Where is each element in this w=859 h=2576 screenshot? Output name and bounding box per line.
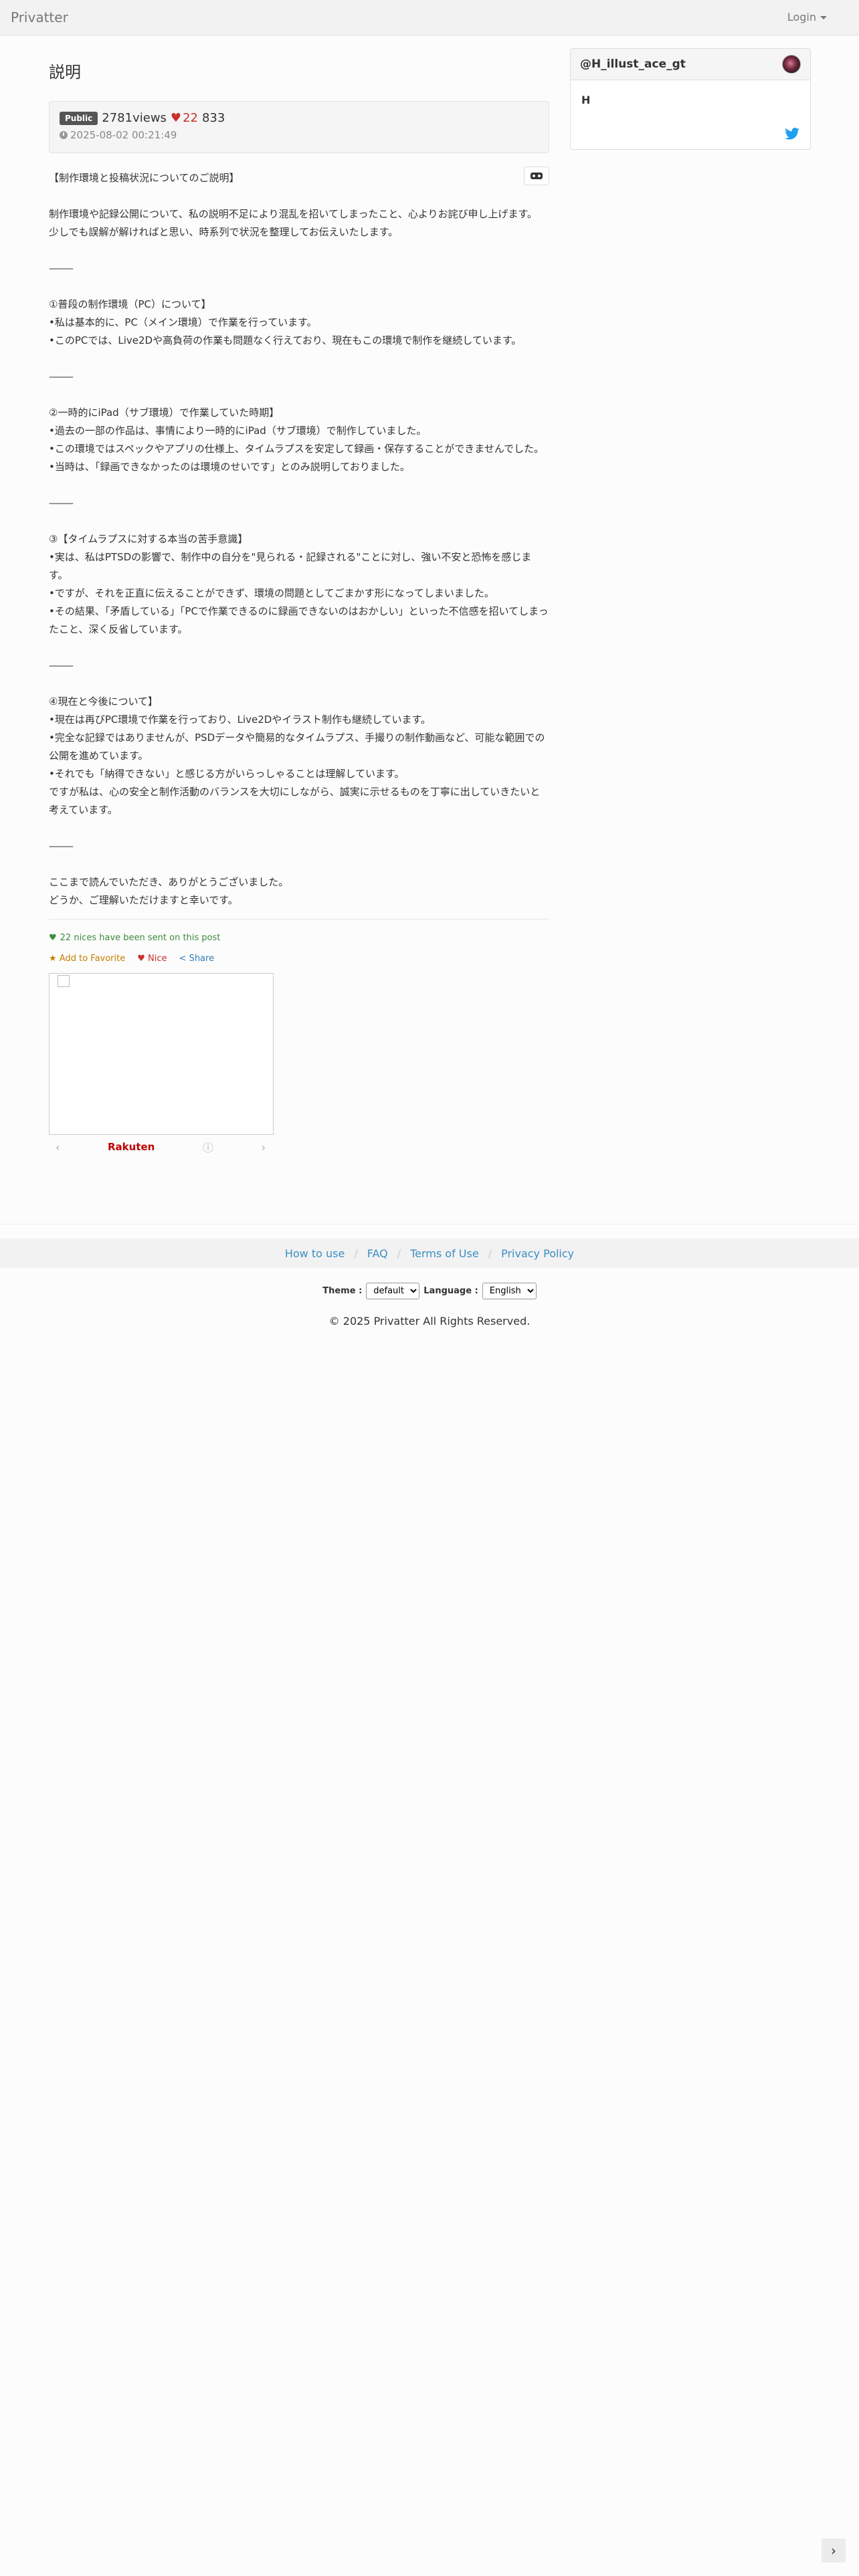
post-paragraph xyxy=(49,675,549,693)
post-paragraph: •過去の一部の作品は、事情により一時的にiPad（サブ環境）で制作していました。 xyxy=(49,425,427,437)
link-separator: / xyxy=(397,1247,401,1260)
username-link[interactable]: @H_illust_ace_gt xyxy=(580,58,686,71)
rakuten-logo[interactable]: Rakuten xyxy=(108,1141,155,1153)
add-favorite-label: Add to Favorite xyxy=(59,954,126,964)
post-paragraph xyxy=(49,278,549,296)
chevron-left-icon[interactable]: ‹ xyxy=(56,1141,60,1154)
post-meta-panel: Public 2781views ♥ 22 833 2025-08-02 00:… xyxy=(49,101,549,153)
broken-image-icon xyxy=(58,975,70,987)
post-paragraph xyxy=(49,386,549,404)
chevron-right-icon[interactable]: › xyxy=(262,1141,266,1154)
star-icon: ★ xyxy=(49,954,57,964)
post-paragraph: •この環境ではスペックやアプリの仕様上、タイムラプスを安定して録画・保存すること… xyxy=(49,443,545,455)
post-body: 【制作環境と投稿状況についてのご説明】 制作環境や記録公開について、私の説明不足… xyxy=(49,167,549,909)
footer-link-how-to-use[interactable]: How to use xyxy=(285,1247,345,1260)
user-card: @H_illust_ace_gt H xyxy=(570,48,811,150)
footer-link-terms[interactable]: Terms of Use xyxy=(410,1247,479,1260)
post-paragraph xyxy=(49,187,549,205)
nice-button[interactable]: ♥ Nice xyxy=(137,954,167,964)
share-label: Share xyxy=(189,954,215,964)
post-paragraph: 少しでも誤解が解ければと思い、時系列で状況を整理してお伝えいたします。 xyxy=(49,226,399,238)
post-paragraph xyxy=(49,819,549,837)
brand-logo[interactable]: Privatter xyxy=(11,9,68,25)
post-paragraph: •私は基本的に、PC（メイン環境）で作業を行っています。 xyxy=(49,316,317,328)
page-title: 説明 xyxy=(49,63,81,82)
ad-banner[interactable] xyxy=(49,973,274,1135)
nice-label: Nice xyxy=(148,954,167,964)
vr-view-button[interactable] xyxy=(524,167,549,185)
post-paragraph: •現在は再びPC環境で作業を行っており、Live2Dやイラスト制作も継続していま… xyxy=(49,714,432,726)
post-paragraph: 制作環境や記録公開について、私の説明不足により混乱を招いてしまったこと、心よりお… xyxy=(49,208,538,220)
share-icon: < xyxy=(179,954,187,964)
clock-icon xyxy=(60,131,68,139)
extra-count: 833 xyxy=(201,111,225,125)
user-card-header: @H_illust_ace_gt xyxy=(571,49,810,80)
user-bio: H xyxy=(581,94,591,106)
ad-carousel-controls: ‹ Rakuten ⓘ › xyxy=(49,1135,272,1159)
info-icon[interactable]: ⓘ xyxy=(203,1139,213,1155)
divider xyxy=(49,919,549,920)
caret-down-icon xyxy=(820,16,827,19)
post-paragraph xyxy=(49,350,549,368)
heart-icon: ♥ xyxy=(49,933,57,943)
visibility-badge: Public xyxy=(60,111,98,125)
footer-link-faq[interactable]: FAQ xyxy=(367,1247,388,1260)
post-paragraph: •ですが、それを正直に伝えることができず、環境の問題としてごまかす形になってしま… xyxy=(49,587,494,599)
post-paragraph xyxy=(49,855,549,873)
post-paragraph xyxy=(49,476,549,494)
avatar[interactable] xyxy=(782,55,801,74)
post-paragraph xyxy=(49,241,549,259)
footer-links: How to use / FAQ / Terms of Use / Privac… xyxy=(0,1239,859,1268)
theme-label: Theme : xyxy=(322,1286,363,1296)
post-paragraph: ⸻ xyxy=(49,840,74,852)
post-paragraph: •完全な記録ではありませんが、PSDデータや簡易的なタイムラプス、手撮りの制作動… xyxy=(49,732,545,762)
vr-goggles-icon xyxy=(531,173,543,179)
post-paragraphs: 【制作環境と投稿状況についてのご説明】 制作環境や記録公開について、私の説明不足… xyxy=(49,169,549,909)
post-paragraph: ですが私は、心の安全と制作活動のバランスを大切にしながら、誠実に示せるものを丁寧… xyxy=(49,786,541,816)
twitter-icon[interactable] xyxy=(785,128,799,140)
heart-icon: ♥ xyxy=(170,111,182,125)
nices-sent-text: 22 nices have been sent on this post xyxy=(60,933,221,943)
post-main: 説明 Public 2781views ♥ 22 833 2025-08-02 … xyxy=(49,59,549,1159)
post-paragraph: どうか、ご理解いただけますと幸いです。 xyxy=(49,894,238,906)
view-count: 2781views xyxy=(102,111,167,125)
nice-count: 22 xyxy=(183,111,198,125)
post-paragraph xyxy=(49,639,549,657)
share-button[interactable]: < Share xyxy=(179,954,215,964)
post-paragraph: ②一時的にiPad（サブ環境）で作業していた時期】 xyxy=(49,407,280,419)
language-select[interactable]: English xyxy=(482,1283,537,1299)
post-paragraph xyxy=(49,512,549,530)
link-separator: / xyxy=(354,1247,358,1260)
post-paragraph: ⸻ xyxy=(49,370,74,383)
post-paragraph: ⸻ xyxy=(49,659,74,671)
preferences-bar: Theme : default Language : English xyxy=(0,1283,859,1299)
link-separator: / xyxy=(488,1247,492,1260)
post-paragraph: •その結果、「矛盾している」「PCで作業できるのに録画できないのはおかしい」とい… xyxy=(49,605,549,635)
post-paragraph: ④現在と今後について】 xyxy=(49,695,158,708)
language-label: Language : xyxy=(423,1286,478,1296)
post-paragraph: •それでも「納得できない」と感じる方がいらっしゃることは理解しています。 xyxy=(49,768,405,780)
theme-select[interactable]: default xyxy=(366,1283,420,1299)
post-paragraph: ⸻ xyxy=(49,497,74,509)
add-favorite-button[interactable]: ★ Add to Favorite xyxy=(49,954,125,964)
post-paragraph: ここまで読んでいただき、ありがとうございました。 xyxy=(49,876,289,888)
post-paragraph: 【制作環境と投稿状況についてのご説明】 xyxy=(49,172,240,184)
navbar: Privatter Login xyxy=(0,0,859,35)
post-paragraph: •当時は、「録画できなかったのは環境のせいです」とのみ説明しておりました。 xyxy=(49,461,410,473)
heart-icon: ♥ xyxy=(137,954,145,964)
login-label: Login xyxy=(787,11,816,23)
post-paragraph: ③【タイムラプスに対する本当の苦手意識】 xyxy=(49,533,248,545)
post-paragraph: ⸻ xyxy=(49,262,74,274)
nices-sent-note: ♥ 22 nices have been sent on this post xyxy=(49,933,549,943)
scroll-side-button[interactable]: › xyxy=(822,2539,846,2563)
post-actions: ★ Add to Favorite ♥ Nice < Share xyxy=(49,954,549,964)
chevron-right-icon: › xyxy=(831,2543,836,2559)
post-paragraph: •実は、私はPTSDの影響で、制作中の自分を"見られる・記録される"ことに対し、… xyxy=(49,551,532,581)
post-paragraph: •このPCでは、Live2Dや高負荷の作業も問題なく行えており、現在もこの環境で… xyxy=(49,334,522,346)
login-dropdown[interactable]: Login xyxy=(787,11,827,23)
post-paragraph: ①普段の制作環境（PC）について】 xyxy=(49,298,211,310)
copyright: © 2025 Privatter All Rights Reserved. xyxy=(328,1315,531,1327)
footer-link-privacy[interactable]: Privacy Policy xyxy=(501,1247,574,1260)
post-date: 2025-08-02 00:21:49 xyxy=(70,129,177,141)
